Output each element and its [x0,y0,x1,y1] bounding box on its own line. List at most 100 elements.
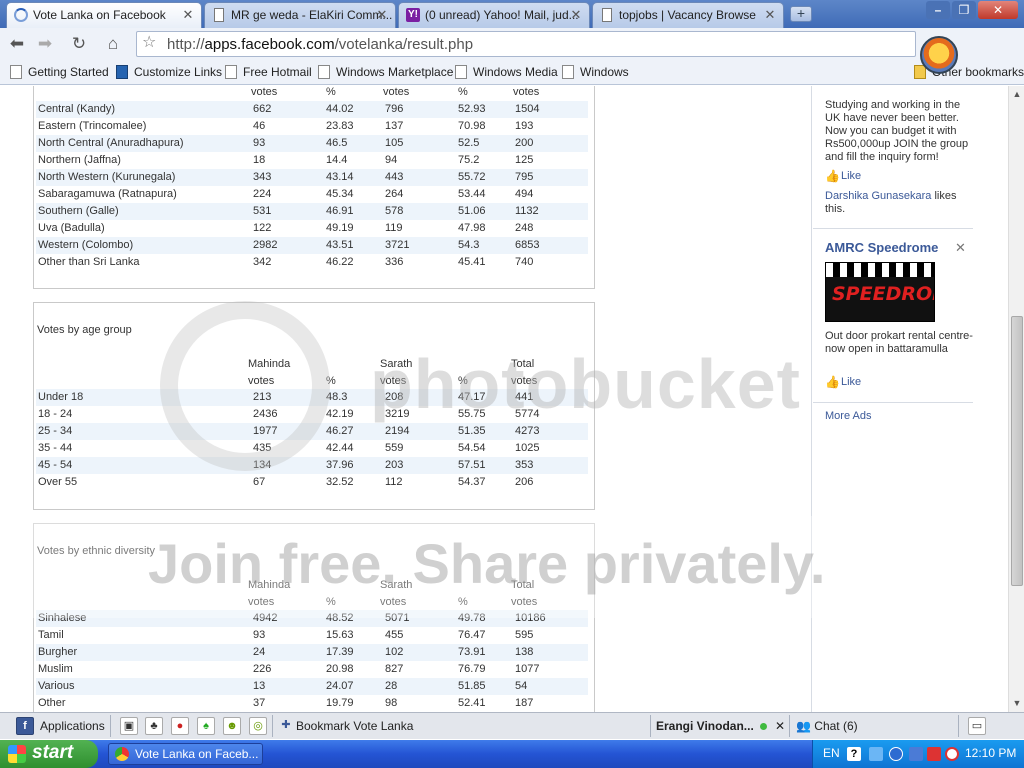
ad-image-logo-text: SPEEDROME [832,283,934,305]
bookmark-free-hotmail[interactable]: Free Hotmail [225,65,312,79]
app-icon[interactable]: ◎ [249,717,267,735]
plant-icon[interactable]: ♠ [197,717,215,735]
scroll-up-icon[interactable]: ▲ [1010,87,1024,101]
app-icon[interactable]: ☻ [223,717,241,735]
table-cell: 795 [515,171,534,183]
app-icon[interactable]: ▣ [120,717,138,735]
chat-options-icon[interactable]: ▭ [968,717,986,735]
speedrome-ad-image[interactable]: SPEEDROME [825,262,935,322]
bookmark-windows-marketplace[interactable]: Windows Marketplace [318,65,453,79]
col-header: votes [383,86,410,98]
maximize-button[interactable]: ❐ [952,1,976,19]
tab-topjobs[interactable]: topjobs | Vacancy Browse ✕ [592,2,784,28]
facebook-chat-bar: f Applications ▣ ♣ ● ♠ ☻ ◎ ✚ Bookmark Vo… [0,712,1024,739]
strawberry-icon[interactable]: ● [171,717,189,735]
network-icon[interactable] [869,747,883,761]
row-label: North Central (Anuradhapura) [38,137,184,149]
close-icon[interactable]: ✕ [375,8,389,22]
row-label: Sabaragamuwa (Ratnapura) [38,188,177,200]
app-icon[interactable]: ♣ [145,717,163,735]
browser-toolbar: ⬅ ➡ ↻ ⌂ http://apps.facebook.com/votelan… [0,28,1024,80]
monitor-icon[interactable] [909,747,923,761]
col-header: % [326,86,336,98]
minimize-button[interactable]: – [926,1,950,19]
table-cell: 122 [253,222,272,234]
ad-title[interactable]: AMRC Speedrome [825,240,938,255]
bookmark-windows[interactable]: Windows [562,65,629,79]
table-cell: 98 [385,697,398,709]
vertical-scrollbar[interactable]: ▲ ▼ [1008,86,1024,712]
table-cell: 3721 [385,239,410,251]
chrome-icon [115,747,129,761]
blocked-icon[interactable] [945,747,959,761]
bookmark-app-link[interactable]: Bookmark Vote Lanka [296,719,413,733]
new-tab-button[interactable]: + [790,6,812,22]
clock[interactable]: 12:10 PM [965,746,1016,760]
more-ads-link[interactable]: More Ads [825,410,871,422]
tab-title: MR ge weda - ElaKiri Comm... [231,8,393,22]
chat-button[interactable]: 👥 Chat (6) [796,719,858,733]
close-icon[interactable]: ✕ [955,240,966,256]
home-button[interactable]: ⌂ [102,33,124,55]
facebook-icon: f [16,717,34,735]
tab-elakiri[interactable]: MR ge weda - ElaKiri Comm... ✕ [204,2,396,28]
table-row: Other than Sri Lanka 342 46.22 336 45.41 740 [36,254,588,271]
page-icon [318,65,330,79]
bluetooth-icon[interactable] [889,747,903,761]
col-header: % [458,86,468,98]
tab-vote-lanka[interactable]: Vote Lanka on Facebook ✕ [6,2,202,28]
table-cell: 138 [515,646,534,658]
windows-logo-icon [8,745,26,763]
table-row: Burgher 24 17.39 102 73.91 138 [36,644,588,661]
ad-divider [813,228,973,229]
scrollbar-thumb[interactable] [1011,316,1023,586]
table-row: Other 37 19.79 98 52.41 187 [36,695,588,712]
table-cell: 19.79 [326,697,354,709]
table-cell: 55.72 [458,171,486,183]
chat-friend-tab[interactable]: Erangi Vinodan... [656,719,767,733]
close-icon[interactable]: ✕ [763,8,777,22]
bookmark-windows-media[interactable]: Windows Media [455,65,558,79]
table-cell: 336 [385,256,404,268]
applications-menu[interactable]: Applications [40,719,105,733]
close-icon[interactable]: ✕ [569,8,583,22]
taskbar-chrome-window[interactable]: Vote Lanka on Faceb... [108,743,263,765]
table-cell: 23.83 [326,120,354,132]
row-label: North Western (Kurunegala) [38,171,176,183]
scroll-down-icon[interactable]: ▼ [1010,696,1024,710]
bookmark-getting-started[interactable]: Getting Started [10,65,109,79]
page-icon [10,65,22,79]
browser-tab-strip: Vote Lanka on Facebook ✕ MR ge weda - El… [0,0,1024,28]
forward-button[interactable]: ➡ [34,33,56,55]
row-label: Muslim [38,663,73,675]
liker-link[interactable]: Darshika Gunasekara [825,190,931,202]
table-cell: 52.5 [458,137,480,149]
table-row: Various 13 24.07 28 51.85 54 [36,678,588,695]
address-bar[interactable]: http://apps.facebook.com/votelanka/resul… [136,31,916,57]
bookmark-label: Getting Started [28,65,109,79]
tab-yahoo-mail[interactable]: Y! (0 unread) Yahoo! Mail, jud... ✕ [398,2,590,28]
start-button[interactable]: start [0,740,98,768]
security-alert-icon[interactable] [927,747,941,761]
url-prefix: http:// [167,36,205,53]
table-cell: 42.19 [326,408,354,420]
extension-icon[interactable] [920,36,958,74]
like-button[interactable]: 👍 Like [825,169,861,183]
table-cell: 37.96 [326,459,354,471]
bookmark-customize-links[interactable]: Customize Links [116,65,222,79]
back-button[interactable]: ⬅ [6,33,28,55]
row-label: 35 - 44 [38,442,73,454]
bookmark-star-icon[interactable]: ☆ [142,32,156,52]
row-label: 45 - 54 [38,459,73,471]
close-icon[interactable]: ✕ [181,8,195,22]
help-icon[interactable]: ? [847,747,861,761]
table-cell: 57.51 [458,459,486,471]
ads-sidebar: Studying and working in the UK have neve… [811,86,1006,712]
window-close-button[interactable]: ✕ [978,1,1018,19]
reload-button[interactable]: ↻ [68,33,90,55]
language-indicator[interactable]: EN [823,746,840,760]
like-button[interactable]: 👍 Like [825,375,861,389]
table-cell: 46.22 [326,256,354,268]
table-row: 45 - 54 134 37.96 203 57.51 353 [36,457,588,474]
close-icon[interactable]: ✕ [775,719,785,733]
